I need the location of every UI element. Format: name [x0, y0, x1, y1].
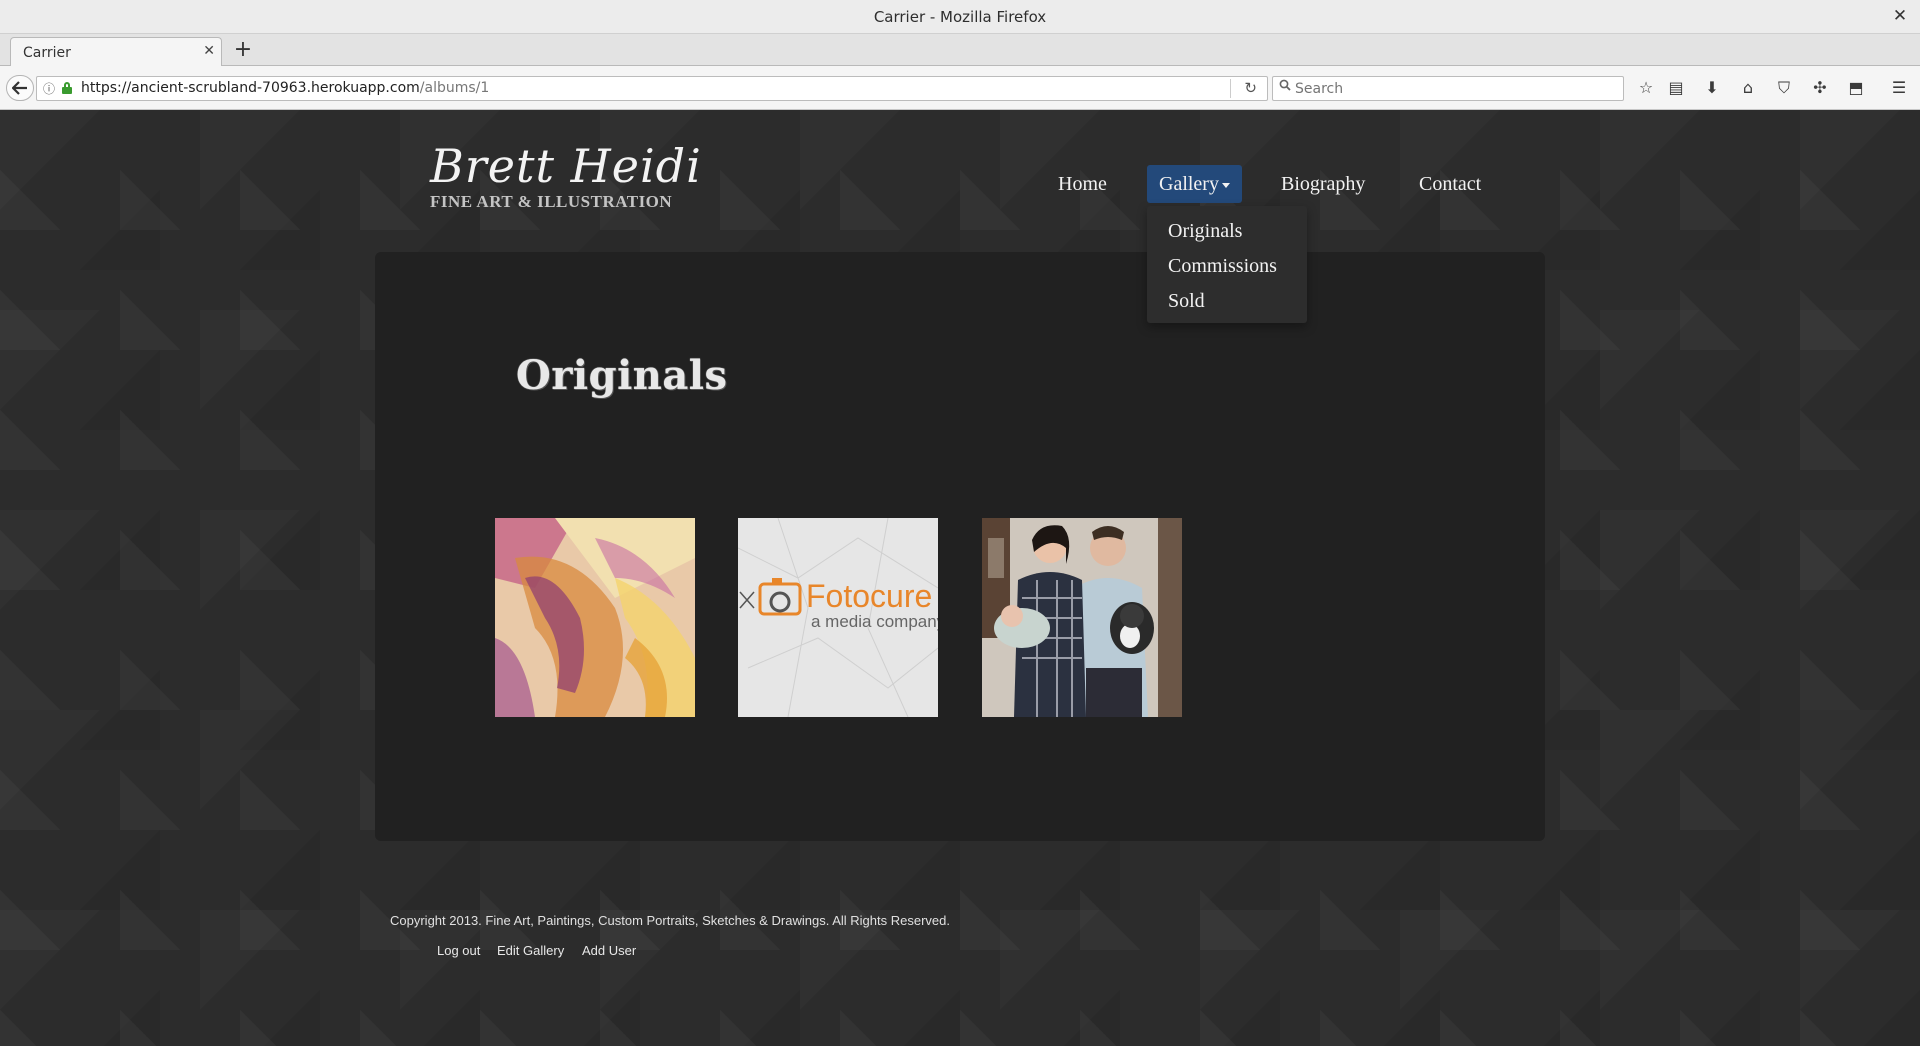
pocket-icon[interactable]: ⛉	[1771, 76, 1797, 100]
window-title-bar: Carrier - Mozilla Firefox ✕	[0, 0, 1920, 34]
page-title: Originals	[516, 352, 728, 399]
nav-gallery-label: Gallery	[1159, 173, 1219, 195]
tab-label: Carrier	[23, 45, 71, 61]
nav-home[interactable]: Home	[1058, 165, 1107, 203]
dropdown-item-sold[interactable]: Sold	[1147, 284, 1307, 319]
tab-bar: Carrier ✕	[0, 34, 1920, 67]
search-input[interactable]	[1295, 79, 1615, 98]
home-icon[interactable]: ⌂	[1735, 76, 1761, 100]
secure-lock-icon	[62, 82, 72, 94]
fotocure-logo-thumbnail[interactable]: Fotocure a media company	[738, 518, 938, 717]
gallery-panel: Originals Fotocure a media company	[375, 252, 1545, 841]
dropdown-item-commissions[interactable]: Commissions	[1147, 249, 1307, 284]
horse-painting-thumbnail[interactable]	[495, 518, 695, 717]
add-user-link[interactable]: Add User	[582, 943, 636, 958]
window-title: Carrier - Mozilla Firefox	[873, 8, 1047, 26]
dropdown-item-originals[interactable]: Originals	[1147, 214, 1307, 249]
logout-link[interactable]: Log out	[437, 943, 480, 958]
nav-biography[interactable]: Biography	[1281, 165, 1365, 203]
site-info-icon[interactable]: ⓘ	[43, 80, 55, 97]
url-path: /albums/1	[419, 80, 490, 96]
nav-gallery[interactable]: Gallery	[1147, 165, 1242, 203]
bookmark-star-icon[interactable]: ☆	[1633, 76, 1659, 100]
url-separator	[1230, 79, 1231, 98]
new-tab-icon[interactable]: +	[232, 36, 254, 64]
footer-copyright: Copyright 2013. Fine Art, Paintings, Cus…	[390, 913, 950, 928]
search-icon	[1279, 79, 1291, 95]
fotocure-tagline-text: a media company	[811, 612, 938, 631]
extension-icon[interactable]: ✣	[1807, 76, 1833, 100]
caret-down-icon	[1221, 182, 1230, 188]
browser-toolbar: ⓘ https://ancient-scrubland-70963.heroku…	[0, 66, 1920, 110]
url-text[interactable]: https://ancient-scrubland-70963.herokuap…	[81, 80, 489, 96]
tab-close-icon[interactable]: ✕	[203, 43, 215, 59]
gallery-dropdown-menu: Originals Commissions Sold	[1147, 206, 1307, 323]
url-bar[interactable]: ⓘ https://ancient-scrubland-70963.heroku…	[36, 76, 1268, 101]
logo-subtitle: FINE ART & ILLUSTRATION	[430, 192, 673, 211]
menu-icon[interactable]: ☰	[1886, 76, 1912, 100]
search-box[interactable]	[1272, 76, 1624, 101]
edit-gallery-link[interactable]: Edit Gallery	[497, 943, 564, 958]
reading-list-icon[interactable]: ▤	[1663, 76, 1689, 100]
url-host: https://ancient-scrubland-70963.herokuap…	[81, 80, 420, 96]
logo-script-text: Brett Heidi	[430, 139, 702, 193]
reload-icon[interactable]: ↻	[1244, 79, 1257, 97]
nav-contact[interactable]: Contact	[1419, 165, 1481, 203]
screenshot-icon[interactable]: ⬒	[1843, 76, 1869, 100]
window-close-icon[interactable]: ✕	[1890, 6, 1910, 26]
page-viewport: Brett Heidi FINE ART & ILLUSTRATION Home…	[0, 110, 1920, 1046]
download-icon[interactable]: ⬇	[1699, 76, 1725, 100]
browser-tab[interactable]: Carrier ✕	[10, 37, 222, 67]
fotocure-brand-text: Fotocure	[806, 578, 933, 614]
site-logo[interactable]: Brett Heidi FINE ART & ILLUSTRATION	[430, 140, 701, 211]
back-arrow-icon[interactable]	[6, 75, 34, 101]
family-photo-thumbnail[interactable]	[982, 518, 1182, 717]
